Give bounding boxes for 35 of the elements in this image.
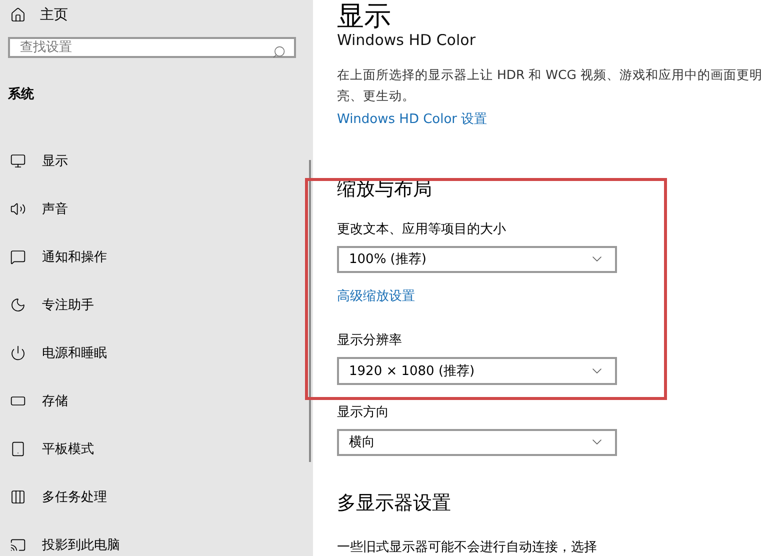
settings-link[interactable]: 高级缩放设置: [337, 287, 415, 308]
power-icon: [10, 345, 26, 361]
description: 在上面所选择的显示器上让 HDR 和 WCG 视频、游戏和应用中的画面更明亮、更生动。: [337, 66, 761, 105]
settings-link[interactable]: Windows HD Color 设置: [337, 110, 488, 130]
moon-icon: [10, 297, 26, 313]
home-link[interactable]: 主页: [8, 6, 68, 24]
section-heading: 多显示器设置: [337, 490, 452, 516]
home-label: 主页: [40, 6, 68, 24]
sidebar-item[interactable]: 通知和操作: [8, 233, 113, 281]
page-title: 显示: [337, 0, 392, 34]
dropdown[interactable]: 100% (推荐): [337, 246, 617, 274]
description: 一些旧式显示器可能不会进行自动连接，选择: [337, 538, 598, 556]
sidebar-item[interactable]: 专注助手: [8, 281, 100, 329]
field-label: 更改文本、应用等项目的大小: [337, 220, 506, 239]
sidebar-item[interactable]: 投影到此电脑: [8, 521, 126, 556]
dropdown[interactable]: 1920 × 1080 (推荐): [337, 357, 617, 385]
sidebar-item[interactable]: 存储: [8, 377, 74, 425]
sidebar-item[interactable]: 电源和睡眠: [8, 329, 113, 377]
dropdown[interactable]: 横向: [337, 428, 617, 456]
sidebar-item[interactable]: 平板模式: [8, 425, 100, 473]
search-icon: [272, 45, 286, 59]
message-icon: [10, 249, 26, 265]
sidebar-item[interactable]: 显示: [8, 137, 74, 185]
search-field[interactable]: 查找设置: [8, 37, 296, 58]
cast-icon: [10, 537, 26, 553]
section-title: 系统: [8, 86, 34, 103]
sidebar-item[interactable]: 声音: [8, 185, 74, 233]
home-icon: [10, 7, 26, 23]
speaker-icon: [10, 201, 26, 217]
field-label: 显示分辨率: [337, 332, 402, 350]
monitor-icon: [10, 153, 26, 169]
field-label: 显示方向: [337, 404, 389, 422]
columns-icon: [10, 489, 26, 505]
sidebar-item[interactable]: 多任务处理: [8, 473, 113, 521]
tablet-icon: [10, 441, 26, 457]
